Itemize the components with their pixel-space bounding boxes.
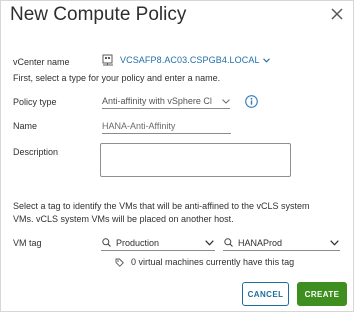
policy-type-select[interactable]: Anti-affinity with vSphere Cl	[102, 94, 230, 109]
dialog-title: New Compute Policy	[10, 4, 187, 25]
chevron-down-icon	[262, 57, 270, 63]
vcenter-selector[interactable]: VCSAFP8.AC03.CSPGB4.LOCAL	[102, 54, 270, 66]
close-icon[interactable]	[330, 7, 344, 21]
policy-name-input[interactable]	[102, 119, 231, 134]
tag-category-select[interactable]: Production	[101, 235, 215, 251]
vcenter-icon	[102, 54, 113, 66]
vm-count-text: 0 virtual machines currently have this t…	[131, 257, 295, 267]
search-icon	[102, 238, 111, 247]
description-label: Description	[13, 147, 59, 157]
info-icon[interactable]	[245, 95, 258, 108]
description-textarea[interactable]	[100, 143, 291, 177]
vcenter-name-link[interactable]: VCSAFP8.AC03.CSPGB4.LOCAL	[120, 55, 260, 65]
tag-name-select[interactable]: HANAProd	[223, 235, 340, 251]
search-icon	[224, 238, 233, 247]
policy-type-label: Policy type	[13, 97, 57, 107]
vm-tag-label: VM tag	[13, 238, 42, 248]
new-compute-policy-dialog: New Compute Policy vCenter name VCSAFP8.…	[0, 0, 354, 312]
tag-name-value: HANAProd	[238, 237, 283, 248]
chevron-down-icon	[205, 239, 214, 246]
vm-count-info: 0 virtual machines currently have this t…	[115, 257, 294, 267]
vcenter-label: vCenter name	[13, 57, 70, 67]
chevron-down-icon	[222, 98, 230, 104]
chevron-down-icon	[330, 239, 339, 246]
cancel-button[interactable]: CANCEL	[242, 282, 289, 306]
tag-help-line-2: VMs. vCLS system VMs will be placed on a…	[13, 214, 234, 224]
tag-icon	[115, 258, 124, 267]
policy-type-value: Anti-affinity with vSphere Cl	[102, 96, 212, 106]
name-label: Name	[13, 121, 38, 131]
create-button[interactable]: CREATE	[297, 282, 347, 306]
tag-help-line-1: Select a tag to identify the VMs that wi…	[13, 201, 310, 211]
tag-category-value: Production	[116, 237, 160, 248]
policy-instruction-text: First, select a type for your policy and…	[13, 73, 221, 83]
